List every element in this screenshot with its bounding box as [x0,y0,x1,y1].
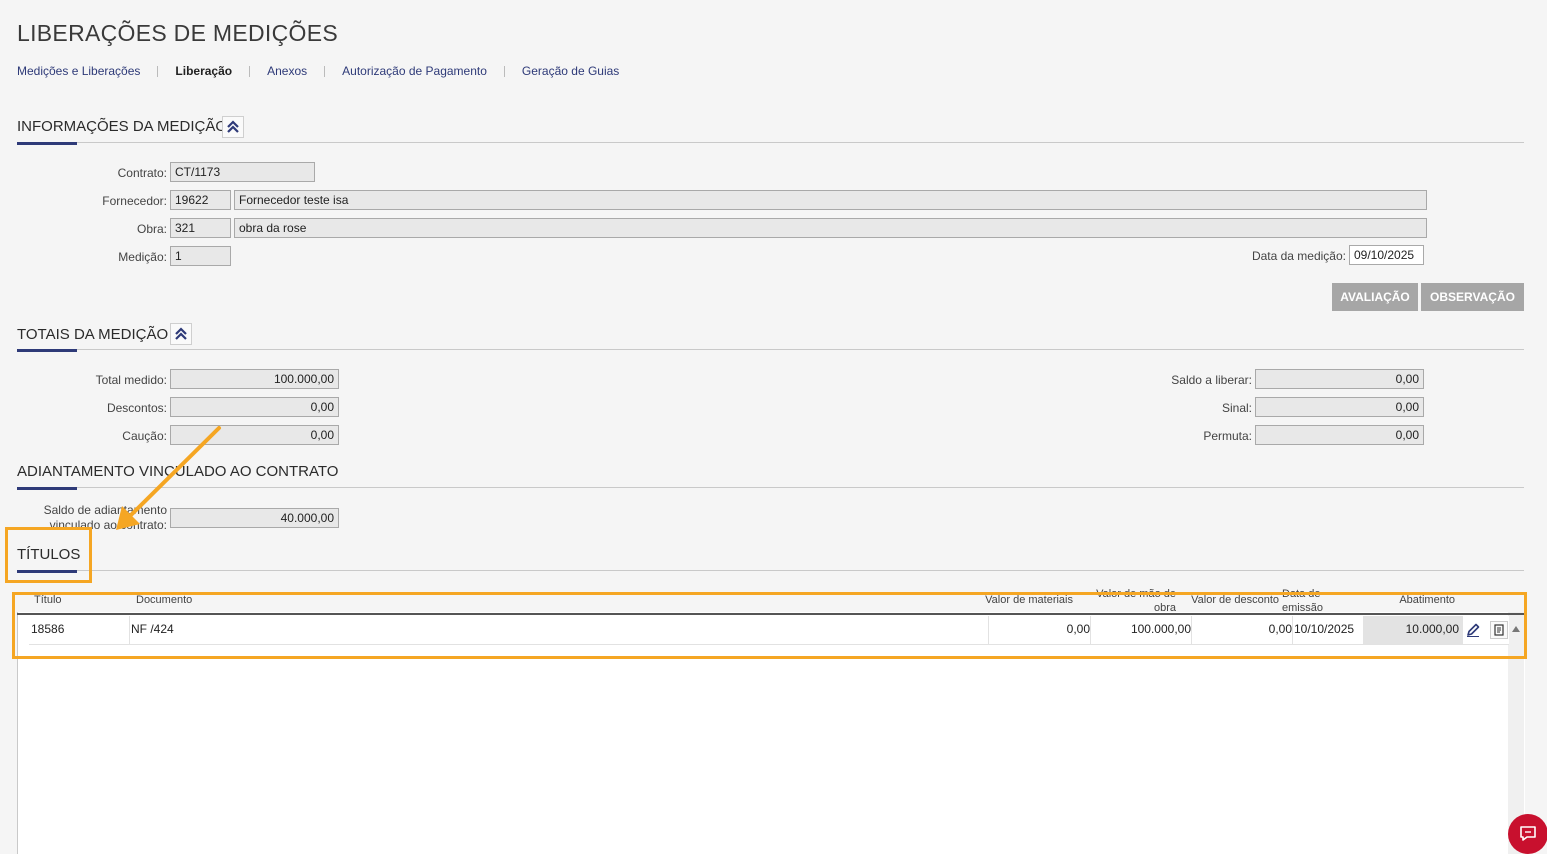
descontos-field[interactable]: 0,00 [170,397,339,417]
nav-anexos[interactable]: Anexos [267,64,307,78]
observacao-button[interactable]: OBSERVAÇÃO [1421,283,1524,311]
obra-code-field[interactable]: 321 [170,218,231,238]
fornecedor-label: Fornecedor: [102,194,167,208]
nav-geracao-guias[interactable]: Geração de Guias [522,64,619,78]
nav-separator [249,65,251,77]
contrato-field[interactable]: CT/1173 [170,162,315,182]
avaliacao-button[interactable]: AVALIAÇÃO [1332,283,1418,311]
section-divider [17,570,1524,571]
obra-label: Obra: [136,222,167,236]
section-accent [17,487,77,490]
permuta-label: Permuta: [1203,429,1252,443]
page-title: LIBERAÇÕES DE MEDIÇÕES [17,20,339,46]
nav-medicoes-liberacoes[interactable]: Medições e Liberações [17,64,140,78]
section-divider [17,487,1524,488]
chat-icon [1520,826,1536,841]
highlight-titulos [5,527,92,583]
section-accent [17,349,77,352]
permuta-field[interactable]: 0,00 [1255,425,1424,445]
saldo-liberar-label: Saldo a liberar: [1171,373,1252,387]
nav-liberacao[interactable]: Liberação [175,64,232,78]
saldo-liberar-field[interactable]: 0,00 [1255,369,1424,389]
contrato-label: Contrato: [117,166,167,180]
data-medicao-label: Data da medição: [1251,249,1346,263]
sinal-label: Sinal: [1221,401,1252,415]
descontos-label: Descontos: [106,401,167,415]
collapse-totais-button[interactable] [170,323,192,345]
medicao-field[interactable]: 1 [170,246,231,266]
nav-separator [157,65,159,77]
total-medido-field[interactable]: 100.000,00 [170,369,339,389]
chat-button[interactable] [1508,814,1547,854]
section-title-informacoes: INFORMAÇÕES DA MEDIÇÃO [17,118,228,135]
data-medicao-field[interactable]: 09/10/2025 [1349,245,1424,265]
obra-name-field[interactable]: obra da rose [234,218,1427,238]
fornecedor-name-field[interactable]: Fornecedor teste isa [234,190,1427,210]
chevron-double-up-icon [227,120,239,133]
section-accent [17,142,77,145]
chevron-double-up-icon [175,327,187,340]
arrow-annotation [116,426,221,530]
nav-separator [503,65,505,77]
nav-autorizacao-pagamento[interactable]: Autorização de Pagamento [342,64,487,78]
medicao-label: Medição: [118,250,167,264]
collapse-informacoes-button[interactable] [222,116,244,138]
section-title-totais: TOTAIS DA MEDIÇÃO [17,326,169,343]
sinal-field[interactable]: 0,00 [1255,397,1424,417]
breadcrumb-nav: Medições e Liberações Liberação Anexos A… [17,64,619,78]
section-divider [17,349,1524,350]
section-divider [17,142,1524,143]
highlight-grid-row [12,592,1527,659]
fornecedor-code-field[interactable]: 19622 [170,190,231,210]
nav-separator [324,65,326,77]
total-medido-label: Total medido: [95,373,167,387]
